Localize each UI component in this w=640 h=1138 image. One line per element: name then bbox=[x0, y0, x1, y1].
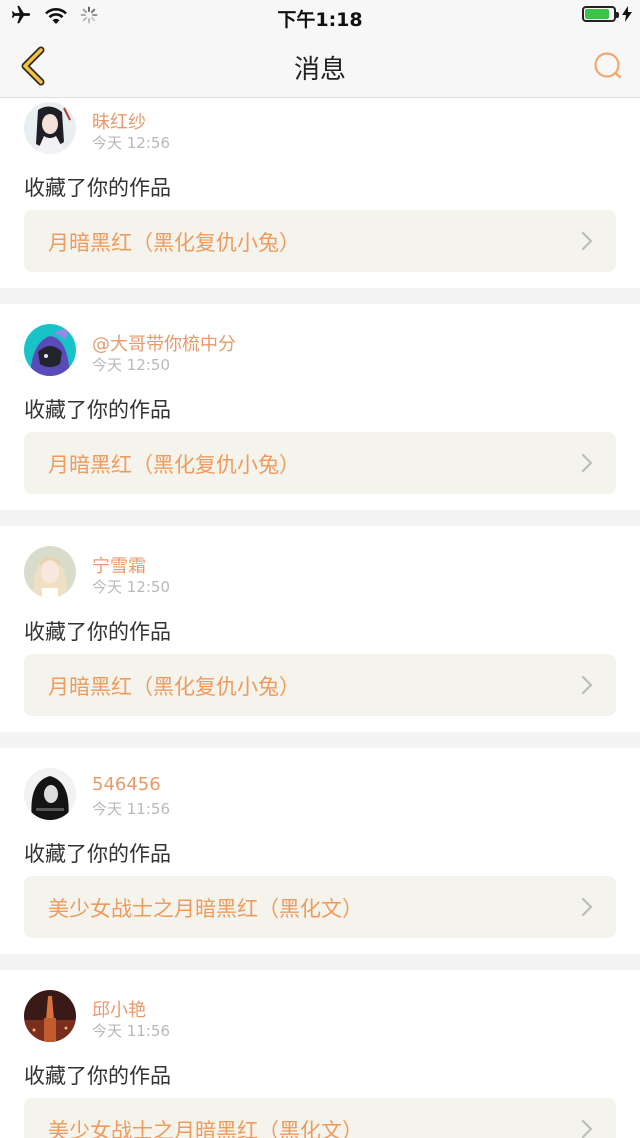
chevron-right-icon bbox=[581, 453, 593, 473]
work-link[interactable]: 月暗黑红（黑化复仇小兔） bbox=[24, 210, 616, 272]
avatar[interactable] bbox=[24, 324, 76, 376]
work-link[interactable]: 月暗黑红（黑化复仇小兔） bbox=[24, 432, 616, 494]
username[interactable]: @大哥带你梳中分 bbox=[92, 330, 236, 356]
action-text: 收藏了你的作品 bbox=[24, 176, 171, 200]
section-divider bbox=[0, 288, 640, 304]
timestamp: 今天 11:56 bbox=[92, 1022, 170, 1040]
action-text: 收藏了你的作品 bbox=[24, 620, 171, 644]
action-text: 收藏了你的作品 bbox=[24, 398, 171, 422]
status-time: 下午1:18 bbox=[277, 9, 363, 31]
action-text: 收藏了你的作品 bbox=[24, 842, 171, 866]
work-link[interactable]: 美少女战士之月暗黑红（黑化文） bbox=[24, 876, 616, 938]
avatar[interactable] bbox=[24, 990, 76, 1042]
status-bar: 下午1:18 bbox=[0, 0, 640, 32]
chevron-right-icon bbox=[581, 897, 593, 917]
action-text: 收藏了你的作品 bbox=[24, 1064, 171, 1088]
battery-icon bbox=[582, 6, 619, 22]
timestamp: 今天 12:50 bbox=[92, 578, 170, 596]
status-right bbox=[582, 6, 632, 22]
work-title: 月暗黑红（黑化复仇小兔） bbox=[48, 231, 300, 255]
message-item: @大哥带你梳中分 今天 12:50 收藏了你的作品 月暗黑红（黑化复仇小兔） bbox=[0, 304, 640, 510]
work-title: 月暗黑红（黑化复仇小兔） bbox=[48, 675, 300, 699]
avatar[interactable] bbox=[24, 546, 76, 598]
timestamp: 今天 12:50 bbox=[92, 356, 170, 374]
section-divider bbox=[0, 732, 640, 748]
chevron-right-icon bbox=[581, 675, 593, 695]
message-item: 宁雪霜 今天 12:50 收藏了你的作品 月暗黑红（黑化复仇小兔） bbox=[0, 526, 640, 732]
work-title: 美少女战士之月暗黑红（黑化文） bbox=[48, 897, 363, 921]
message-item: 邱小艳 今天 11:56 收藏了你的作品 美少女战士之月暗黑红（黑化文） bbox=[0, 970, 640, 1138]
chevron-right-icon bbox=[581, 1119, 593, 1138]
avatar[interactable] bbox=[24, 102, 76, 154]
username[interactable]: 546456 bbox=[92, 774, 161, 795]
username[interactable]: 昧红纱 bbox=[92, 108, 146, 134]
section-divider bbox=[0, 510, 640, 526]
search-button[interactable] bbox=[586, 44, 630, 88]
avatar[interactable] bbox=[24, 768, 76, 820]
page-title: 消息 bbox=[293, 55, 346, 85]
charging-bolt-icon bbox=[622, 6, 632, 22]
work-title: 美少女战士之月暗黑红（黑化文） bbox=[48, 1119, 363, 1138]
work-link[interactable]: 月暗黑红（黑化复仇小兔） bbox=[24, 654, 616, 716]
search-icon bbox=[594, 52, 622, 79]
battery-level-fill bbox=[585, 9, 609, 19]
timestamp: 今天 11:56 bbox=[92, 800, 170, 818]
username[interactable]: 邱小艳 bbox=[92, 996, 146, 1022]
message-item: 昧红纱 今天 12:56 收藏了你的作品 月暗黑红（黑化复仇小兔） bbox=[0, 98, 640, 288]
navigation-bar: 消息 bbox=[0, 32, 640, 98]
work-title: 月暗黑红（黑化复仇小兔） bbox=[48, 453, 300, 477]
message-item: 546456 今天 11:56 收藏了你的作品 美少女战士之月暗黑红（黑化文） bbox=[0, 748, 640, 954]
timestamp: 今天 12:56 bbox=[92, 134, 170, 152]
username[interactable]: 宁雪霜 bbox=[92, 552, 146, 578]
section-divider bbox=[0, 954, 640, 970]
work-link[interactable]: 美少女战士之月暗黑红（黑化文） bbox=[24, 1098, 616, 1138]
message-feed[interactable]: 昧红纱 今天 12:56 收藏了你的作品 月暗黑红（黑化复仇小兔） @大哥带你梳… bbox=[0, 98, 640, 1138]
chevron-right-icon bbox=[581, 231, 593, 251]
